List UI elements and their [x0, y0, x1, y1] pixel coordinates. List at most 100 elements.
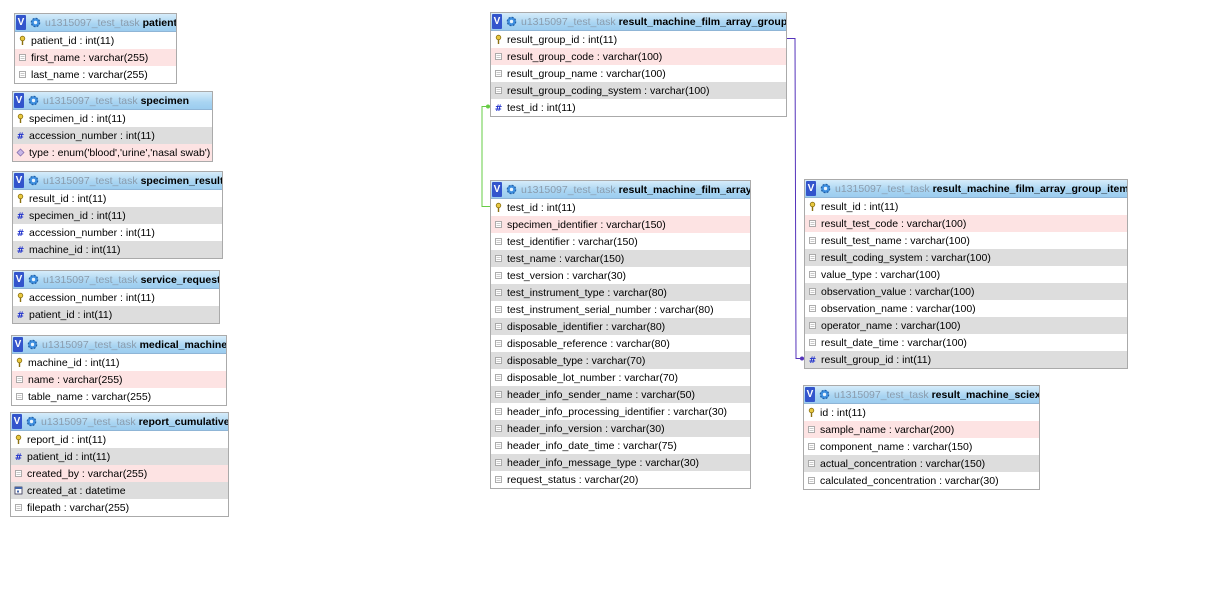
table-column-row[interactable]: header_info_sender_name : varchar(50): [491, 386, 750, 403]
table-column-row[interactable]: header_info_version : varchar(30): [491, 420, 750, 437]
column-label: disposable_identifier : varchar(80): [507, 320, 666, 333]
table-column-row[interactable]: result_group_id : int(11): [491, 31, 786, 48]
table-column-row[interactable]: result_date_time : varchar(100): [805, 334, 1127, 351]
table-medical-machine[interactable]: Vu1315097_test_task medical_machine machin…: [11, 335, 227, 406]
table-column-row[interactable]: # machine_id : int(11): [13, 241, 222, 258]
table-column-row[interactable]: disposable_identifier : varchar(80): [491, 318, 750, 335]
table-column-row[interactable]: specimen_identifier : varchar(150): [491, 216, 750, 233]
gear-icon[interactable]: [819, 182, 832, 195]
table-column-row[interactable]: header_info_message_type : varchar(30): [491, 454, 750, 471]
table-result-machine-film-array-group-item[interactable]: Vu1315097_test_task result_machine_film_a…: [804, 179, 1128, 369]
table-column-row[interactable]: accession_number : int(11): [13, 289, 219, 306]
table-column-row[interactable]: result_group_name : varchar(100): [491, 65, 786, 82]
table-header[interactable]: Vu1315097_test_task result_machine_film_a…: [491, 181, 750, 199]
table-column-row[interactable]: # patient_id : int(11): [13, 306, 219, 323]
table-column-row[interactable]: table_name : varchar(255): [12, 388, 226, 405]
table-header[interactable]: Vu1315097_test_task specimen: [13, 92, 212, 110]
table-result-machine-sciex[interactable]: Vu1315097_test_task result_machine_sciex i…: [803, 385, 1040, 490]
table-column-row[interactable]: created_at : datetime: [11, 482, 228, 499]
table-column-row[interactable]: result_id : int(11): [805, 198, 1127, 215]
table-column-row[interactable]: header_info_date_time : varchar(75): [491, 437, 750, 454]
table-column-row[interactable]: test_id : int(11): [491, 199, 750, 216]
table-column-row[interactable]: result_test_name : varchar(100): [805, 232, 1127, 249]
table-column-row[interactable]: # accession_number : int(11): [13, 127, 212, 144]
table-column-row[interactable]: header_info_processing_identifier : varc…: [491, 403, 750, 420]
table-result-machine-film-array-group[interactable]: Vu1315097_test_task result_machine_film_a…: [490, 12, 787, 117]
gear-icon[interactable]: [26, 338, 39, 351]
table-header[interactable]: Vu1315097_test_task result_machine_sciex: [804, 386, 1039, 404]
table-column-row[interactable]: result_group_coding_system : varchar(100…: [491, 82, 786, 99]
table-column-row[interactable]: name : varchar(255): [12, 371, 226, 388]
table-column-row[interactable]: # patient_id : int(11): [11, 448, 228, 465]
table-column-row[interactable]: first_name : varchar(255): [15, 49, 176, 66]
table-column-row[interactable]: operator_name : varchar(100): [805, 317, 1127, 334]
collapse-toggle-button[interactable]: V: [492, 182, 502, 197]
table-header[interactable]: Vu1315097_test_task specimen_result: [13, 172, 222, 190]
table-column-row[interactable]: # test_id : int(11): [491, 99, 786, 116]
table-column-row[interactable]: calculated_concentration : varchar(30): [804, 472, 1039, 489]
table-column-row[interactable]: value_type : varchar(100): [805, 266, 1127, 283]
gear-icon[interactable]: [27, 273, 40, 286]
table-column-row[interactable]: component_name : varchar(150): [804, 438, 1039, 455]
gear-icon[interactable]: [818, 388, 831, 401]
table-header[interactable]: Vu1315097_test_task result_machine_film_a…: [805, 180, 1127, 198]
table-column-row[interactable]: actual_concentration : varchar(150): [804, 455, 1039, 472]
table-specimen[interactable]: Vu1315097_test_task specimen specimen_id :…: [12, 91, 213, 162]
table-column-row[interactable]: created_by : varchar(255): [11, 465, 228, 482]
table-specimen-result[interactable]: Vu1315097_test_task specimen_result result…: [12, 171, 223, 259]
collapse-toggle-button[interactable]: V: [12, 414, 22, 429]
table-column-row[interactable]: last_name : varchar(255): [15, 66, 176, 83]
gear-icon[interactable]: [29, 16, 42, 29]
table-column-row[interactable]: disposable_lot_number : varchar(70): [491, 369, 750, 386]
table-column-row[interactable]: patient_id : int(11): [15, 32, 176, 49]
table-header[interactable]: Vu1315097_test_task patient: [15, 14, 176, 32]
gear-icon[interactable]: [505, 183, 518, 196]
table-column-row[interactable]: disposable_type : varchar(70): [491, 352, 750, 369]
table-column-row[interactable]: disposable_reference : varchar(80): [491, 335, 750, 352]
collapse-toggle-button[interactable]: V: [14, 93, 24, 108]
table-column-row[interactable]: request_status : varchar(20): [491, 471, 750, 488]
column-label: result_test_name : varchar(100): [821, 234, 970, 247]
collapse-toggle-button[interactable]: V: [14, 173, 24, 188]
table-column-row[interactable]: test_identifier : varchar(150): [491, 233, 750, 250]
collapse-toggle-button[interactable]: V: [492, 14, 502, 29]
collapse-toggle-button[interactable]: V: [13, 337, 23, 352]
table-column-row[interactable]: test_instrument_serial_number : varchar(…: [491, 301, 750, 318]
table-column-row[interactable]: observation_value : varchar(100): [805, 283, 1127, 300]
table-column-row[interactable]: test_instrument_type : varchar(80): [491, 284, 750, 301]
collapse-toggle-button[interactable]: V: [14, 272, 24, 287]
table-header[interactable]: Vu1315097_test_task result_machine_film_a…: [491, 13, 786, 31]
gear-icon[interactable]: [505, 15, 518, 28]
table-column-row[interactable]: specimen_id : int(11): [13, 110, 212, 127]
table-column-row[interactable]: filepath : varchar(255): [11, 499, 228, 516]
table-column-row[interactable]: result_coding_system : varchar(100): [805, 249, 1127, 266]
gear-icon[interactable]: [27, 174, 40, 187]
table-column-row[interactable]: machine_id : int(11): [12, 354, 226, 371]
table-column-row[interactable]: # specimen_id : int(11): [13, 207, 222, 224]
table-column-row[interactable]: id : int(11): [804, 404, 1039, 421]
table-service-request[interactable]: Vu1315097_test_task service_request access…: [12, 270, 220, 324]
table-column-row[interactable]: result_group_code : varchar(100): [491, 48, 786, 65]
table-column-row[interactable]: # result_group_id : int(11): [805, 351, 1127, 368]
table-column-row[interactable]: observation_name : varchar(100): [805, 300, 1127, 317]
collapse-toggle-button[interactable]: V: [806, 181, 816, 196]
table-patient[interactable]: Vu1315097_test_task patient patient_id : i…: [14, 13, 177, 84]
collapse-toggle-button[interactable]: V: [16, 15, 26, 30]
collapse-toggle-button[interactable]: V: [805, 387, 815, 402]
gear-icon[interactable]: [25, 415, 38, 428]
table-column-row[interactable]: result_test_code : varchar(100): [805, 215, 1127, 232]
table-column-row[interactable]: type : enum('blood','urine','nasal swab'…: [13, 144, 212, 161]
table-header[interactable]: Vu1315097_test_task medical_machine: [12, 336, 226, 354]
table-header[interactable]: Vu1315097_test_task report_cumulative: [11, 413, 228, 431]
table-column-row[interactable]: # accession_number : int(11): [13, 224, 222, 241]
table-column-row[interactable]: report_id : int(11): [11, 431, 228, 448]
table-column-row[interactable]: test_version : varchar(30): [491, 267, 750, 284]
table-column-row[interactable]: sample_name : varchar(200): [804, 421, 1039, 438]
gear-icon[interactable]: [27, 94, 40, 107]
column-label: first_name : varchar(255): [31, 51, 149, 64]
table-report-cumulative[interactable]: Vu1315097_test_task report_cumulative repo…: [10, 412, 229, 517]
table-column-row[interactable]: result_id : int(11): [13, 190, 222, 207]
table-result-machine-film-array[interactable]: Vu1315097_test_task result_machine_film_a…: [490, 180, 751, 489]
table-column-row[interactable]: test_name : varchar(150): [491, 250, 750, 267]
table-header[interactable]: Vu1315097_test_task service_request: [13, 271, 219, 289]
